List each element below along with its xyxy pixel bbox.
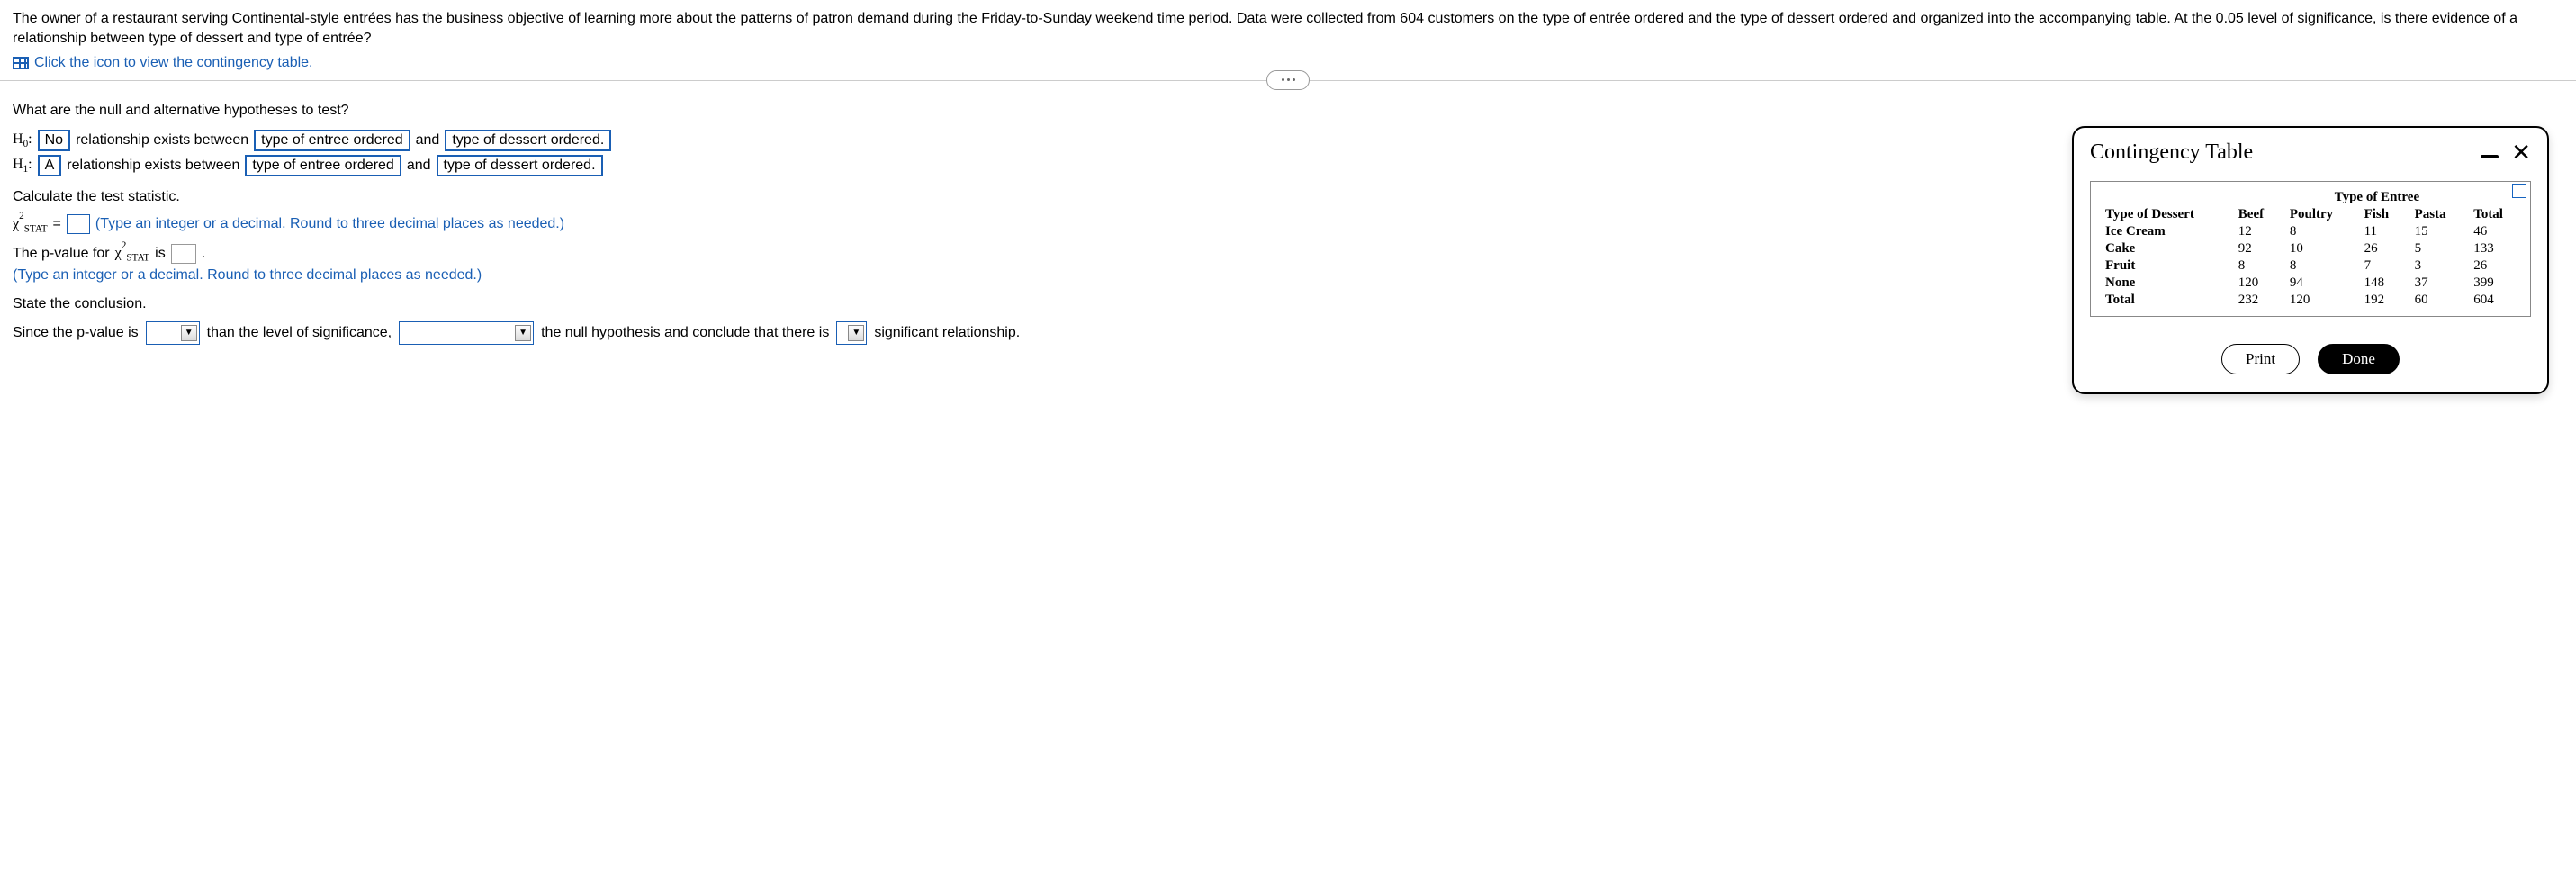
contingency-table-modal: Contingency Table ✕ Type of Entree Type … bbox=[2072, 126, 2549, 394]
decision-select[interactable]: ▼ bbox=[399, 321, 534, 345]
contingency-table: Type of Entree Type of Dessert Beef Poul… bbox=[2090, 181, 2531, 317]
chevron-down-icon: ▼ bbox=[848, 325, 864, 341]
section-divider bbox=[0, 80, 2576, 81]
chi-square-symbol-2: χ2STAT bbox=[115, 243, 150, 264]
copy-icon[interactable] bbox=[2514, 185, 2526, 198]
h0-var2[interactable]: type of dessert ordered. bbox=[445, 130, 611, 151]
row-group-header: Type of Dessert bbox=[2098, 206, 2231, 223]
and-text: and bbox=[407, 158, 431, 174]
concl-text-2: than the level of significance, bbox=[207, 325, 392, 341]
table-row: Ice Cream128111546 bbox=[2098, 223, 2523, 240]
concl-text-1: Since the p-value is bbox=[13, 325, 139, 341]
chevron-down-icon: ▼ bbox=[515, 325, 531, 341]
h1-label: H1: bbox=[13, 157, 32, 175]
chevron-down-icon: ▼ bbox=[181, 325, 197, 341]
pvalue-pre-text: The p-value for bbox=[13, 246, 110, 262]
contingency-table-link[interactable]: Click the icon to view the contingency t… bbox=[34, 55, 313, 71]
col-header: Total bbox=[2466, 206, 2523, 223]
h0-label: H0: bbox=[13, 131, 32, 149]
pvalue-compare-select[interactable]: ▼ bbox=[146, 321, 200, 345]
pvalue-input[interactable] bbox=[171, 244, 196, 264]
h0-var1[interactable]: type of entree ordered bbox=[254, 130, 410, 151]
done-button[interactable]: Done bbox=[2318, 344, 2400, 374]
h1-var2[interactable]: type of dessert ordered. bbox=[437, 155, 603, 176]
hypotheses-prompt: What are the null and alternative hypoth… bbox=[13, 103, 2563, 119]
col-header: Poultry bbox=[2283, 206, 2357, 223]
concl-text-3: the null hypothesis and conclude that th… bbox=[541, 325, 829, 341]
col-header: Pasta bbox=[2408, 206, 2467, 223]
col-header: Beef bbox=[2231, 206, 2283, 223]
table-row: Total23212019260604 bbox=[2098, 292, 2523, 309]
h1-answer-1[interactable]: A bbox=[38, 155, 62, 176]
chi-stat-hint: (Type an integer or a decimal. Round to … bbox=[95, 216, 564, 232]
modal-title: Contingency Table bbox=[2090, 140, 2253, 165]
question-text: The owner of a restaurant serving Contin… bbox=[13, 9, 2563, 50]
col-header: Fish bbox=[2357, 206, 2408, 223]
minimize-icon[interactable] bbox=[2481, 155, 2499, 158]
table-row: None1209414837399 bbox=[2098, 275, 2523, 292]
table-icon[interactable] bbox=[13, 57, 29, 69]
h0-answer-1[interactable]: No bbox=[38, 130, 70, 151]
close-icon[interactable]: ✕ bbox=[2511, 146, 2531, 160]
overflow-menu-button[interactable] bbox=[1266, 70, 1310, 90]
relationship-text: relationship exists between bbox=[76, 132, 248, 149]
chi-stat-input[interactable] bbox=[67, 214, 90, 234]
and-text: and bbox=[416, 132, 440, 149]
h1-var1[interactable]: type of entree ordered bbox=[245, 155, 401, 176]
equals-sign: = bbox=[53, 216, 61, 232]
chi-square-symbol: χ2STAT bbox=[13, 214, 48, 235]
relationship-text: relationship exists between bbox=[67, 158, 239, 174]
table-row: Cake9210265133 bbox=[2098, 240, 2523, 257]
col-group-header: Type of Entree bbox=[2231, 189, 2523, 206]
period: . bbox=[202, 246, 205, 262]
significance-select[interactable]: ▼ bbox=[836, 321, 867, 345]
concl-text-4: significant relationship. bbox=[874, 325, 1020, 341]
print-button[interactable]: Print bbox=[2221, 344, 2300, 374]
pvalue-post-text: is bbox=[155, 246, 166, 262]
table-row: Fruit887326 bbox=[2098, 257, 2523, 275]
